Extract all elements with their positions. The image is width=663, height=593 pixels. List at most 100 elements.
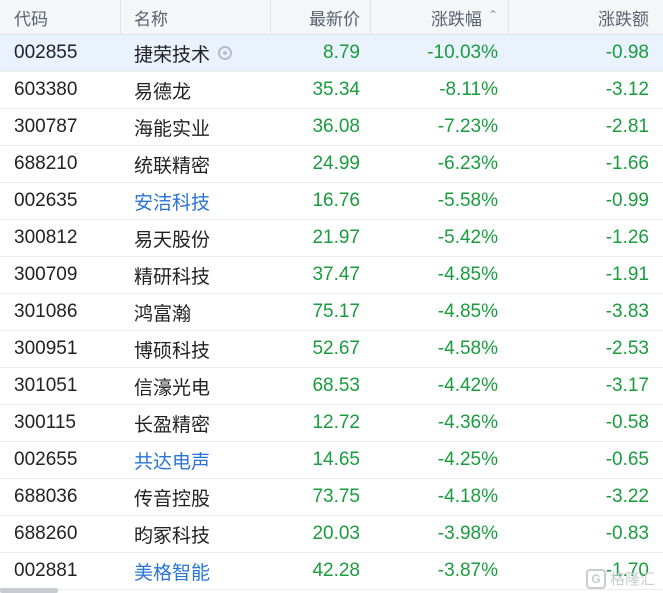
header-code[interactable]: 代码 bbox=[0, 0, 120, 34]
stock-code: 301086 bbox=[14, 301, 78, 322]
change-percent: -6.23% bbox=[437, 153, 498, 174]
latest-price: 20.03 bbox=[312, 523, 360, 544]
change-amount: -0.58 bbox=[605, 412, 649, 433]
table-row[interactable]: 300787 海能实业 36.08 -7.23% -2.81 bbox=[0, 109, 663, 146]
table-row[interactable]: 688210 统联精密 24.99 -6.23% -1.66 bbox=[0, 146, 663, 183]
stock-code: 002655 bbox=[14, 449, 78, 470]
stock-name-label: 易天股份 bbox=[134, 229, 211, 251]
stock-name-label: 海能实业 bbox=[134, 118, 211, 140]
table-row[interactable]: 300115 长盈精密 12.72 -4.36% -0.58 bbox=[0, 405, 663, 442]
sort-up-icon[interactable]: ⌃ bbox=[488, 8, 498, 22]
stock-code: 300709 bbox=[14, 264, 78, 285]
stock-name[interactable]: 安洁科技 bbox=[120, 183, 270, 219]
change-amount: -0.65 bbox=[605, 449, 649, 470]
latest-price: 36.08 bbox=[312, 116, 360, 137]
stock-name[interactable]: 海能实业 bbox=[120, 109, 270, 145]
latest-price: 35.34 bbox=[312, 79, 360, 100]
stock-name[interactable]: 昀冢科技 bbox=[120, 516, 270, 552]
table-row[interactable]: 688036 传音控股 73.75 -4.18% -3.22 bbox=[0, 479, 663, 516]
stock-code: 688036 bbox=[14, 486, 78, 507]
table-row[interactable]: 002881 美格智能 42.28 -3.87% -1.70 bbox=[0, 553, 663, 590]
stock-name[interactable]: 共达电声 bbox=[120, 442, 270, 478]
change-percent: -10.03% bbox=[427, 42, 498, 63]
change-amount: -0.98 bbox=[605, 42, 649, 63]
stock-code: 688260 bbox=[14, 523, 78, 544]
stock-table: 代码 名称 最新价 涨跌幅 ⌃ 涨跌额 002855 捷荣技术 8.79 -10.03… bbox=[0, 0, 663, 590]
stock-name-label: 共达电声 bbox=[134, 451, 211, 473]
header-change-percent-label: 涨跌幅 bbox=[430, 9, 482, 29]
stock-name-label: 统联精密 bbox=[134, 155, 211, 177]
header-change-amount[interactable]: 涨跌额 bbox=[508, 0, 663, 34]
stock-code: 688210 bbox=[14, 153, 78, 174]
stock-code: 300812 bbox=[14, 227, 78, 248]
table-row[interactable]: 688260 昀冢科技 20.03 -3.98% -0.83 bbox=[0, 516, 663, 553]
stock-code: 300951 bbox=[14, 338, 78, 359]
stock-name-label: 易德龙 bbox=[134, 81, 192, 103]
stock-name-label: 美格智能 bbox=[134, 562, 211, 584]
stock-name[interactable]: 信濠光电 bbox=[120, 368, 270, 404]
stock-name[interactable]: 精研科技 bbox=[120, 257, 270, 293]
stock-name[interactable]: 长盈精密 bbox=[120, 405, 270, 441]
stock-name[interactable]: 鸿富瀚 bbox=[120, 294, 270, 330]
table-row[interactable]: 301051 信濠光电 68.53 -4.42% -3.17 bbox=[0, 368, 663, 405]
horizontal-scrollbar[interactable] bbox=[0, 588, 58, 593]
header-latest-price[interactable]: 最新价 bbox=[270, 0, 370, 34]
header-change-percent[interactable]: 涨跌幅 ⌃ bbox=[370, 0, 508, 34]
stock-name-label: 昀冢科技 bbox=[134, 525, 211, 547]
table-row[interactable]: 300812 易天股份 21.97 -5.42% -1.26 bbox=[0, 220, 663, 257]
change-amount: -3.83 bbox=[605, 301, 649, 322]
stock-name[interactable]: 传音控股 bbox=[120, 479, 270, 515]
change-amount: -3.17 bbox=[605, 375, 649, 396]
header-name[interactable]: 名称 bbox=[120, 0, 270, 34]
change-percent: -3.98% bbox=[437, 523, 498, 544]
change-percent: -8.11% bbox=[439, 79, 498, 100]
latest-price: 52.67 bbox=[312, 338, 360, 359]
stock-name[interactable]: 易天股份 bbox=[120, 220, 270, 256]
change-percent: -7.23% bbox=[437, 116, 498, 137]
stock-name[interactable]: 美格智能 bbox=[120, 553, 270, 589]
stock-name-label: 捷荣技术 bbox=[134, 44, 211, 66]
latest-price: 21.97 bbox=[312, 227, 360, 248]
table-row[interactable]: 002855 捷荣技术 8.79 -10.03% -0.98 bbox=[0, 35, 663, 72]
latest-price: 68.53 bbox=[312, 375, 360, 396]
table-row[interactable]: 301086 鸿富瀚 75.17 -4.85% -3.83 bbox=[0, 294, 663, 331]
change-amount: -0.99 bbox=[605, 190, 649, 211]
change-amount: -3.22 bbox=[605, 486, 649, 507]
change-percent: -3.87% bbox=[437, 560, 498, 581]
change-percent: -4.36% bbox=[437, 412, 498, 433]
stock-name-label: 信濠光电 bbox=[134, 377, 211, 399]
eye-icon[interactable] bbox=[218, 46, 233, 60]
watermark-logo-icon: G bbox=[585, 568, 606, 589]
table-header: 代码 名称 最新价 涨跌幅 ⌃ 涨跌额 bbox=[0, 0, 663, 35]
table-row[interactable]: 002635 安洁科技 16.76 -5.58% -0.99 bbox=[0, 183, 663, 220]
stock-name-label: 安洁科技 bbox=[134, 192, 211, 214]
stock-name-label: 鸿富瀚 bbox=[134, 303, 192, 325]
stock-name-label: 长盈精密 bbox=[134, 414, 211, 436]
change-percent: -4.58% bbox=[437, 338, 498, 359]
latest-price: 75.17 bbox=[312, 301, 360, 322]
latest-price: 14.65 bbox=[312, 449, 360, 470]
table-row[interactable]: 002655 共达电声 14.65 -4.25% -0.65 bbox=[0, 442, 663, 479]
change-amount: -1.91 bbox=[605, 264, 649, 285]
latest-price: 12.72 bbox=[312, 412, 360, 433]
change-amount: -3.12 bbox=[605, 79, 649, 100]
stock-code: 300115 bbox=[14, 412, 76, 433]
change-percent: -4.42% bbox=[437, 375, 498, 396]
table-row[interactable]: 300709 精研科技 37.47 -4.85% -1.91 bbox=[0, 257, 663, 294]
stock-code: 002855 bbox=[14, 42, 78, 63]
latest-price: 73.75 bbox=[312, 486, 360, 507]
stock-code: 002635 bbox=[14, 190, 78, 211]
stock-name[interactable]: 博硕科技 bbox=[120, 331, 270, 367]
change-amount: -2.53 bbox=[605, 338, 649, 359]
stock-name[interactable]: 统联精密 bbox=[120, 146, 270, 182]
latest-price: 24.99 bbox=[312, 153, 360, 174]
table-row[interactable]: 300951 博硕科技 52.67 -4.58% -2.53 bbox=[0, 331, 663, 368]
watermark: G 格隆汇 bbox=[585, 568, 655, 589]
table-row[interactable]: 603380 易德龙 35.34 -8.11% -3.12 bbox=[0, 72, 663, 109]
table-body: 002855 捷荣技术 8.79 -10.03% -0.98 603380 易德龙 35.34… bbox=[0, 35, 663, 590]
stock-name[interactable]: 捷荣技术 bbox=[120, 35, 270, 71]
stock-name[interactable]: 易德龙 bbox=[120, 72, 270, 108]
stock-code: 300787 bbox=[14, 116, 78, 137]
latest-price: 42.28 bbox=[312, 560, 360, 581]
change-percent: -4.85% bbox=[437, 264, 498, 285]
